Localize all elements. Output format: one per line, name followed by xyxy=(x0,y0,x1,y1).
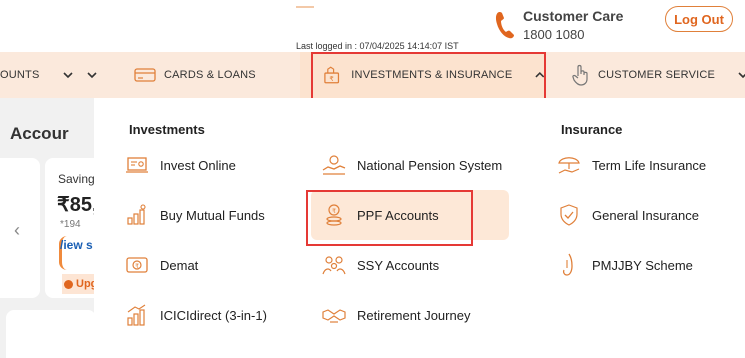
nav-customer-service[interactable]: CUSTOMER SERVICE xyxy=(570,52,745,98)
hand-pointer-icon xyxy=(572,64,588,86)
decorative-line xyxy=(296,6,314,8)
coin-stack-icon: ₹ xyxy=(321,202,347,228)
account-number: *194 xyxy=(60,219,81,230)
account-type: Saving xyxy=(58,172,95,186)
header: Customer Care 1800 1080 Log Out Last log… xyxy=(0,0,745,52)
customer-care-phone[interactable]: 1800 1080 xyxy=(523,27,584,42)
insurance-heading: Insurance xyxy=(561,122,623,137)
chevron-down-icon xyxy=(738,72,745,79)
menu-item-invest-online[interactable]: Invest Online xyxy=(124,145,236,185)
chevron-down-icon xyxy=(62,72,73,79)
menu-item-label: National Pension System xyxy=(357,157,503,173)
secondary-card xyxy=(6,310,96,358)
menu-item-label: PPF Accounts xyxy=(357,207,439,223)
customer-care-title: Customer Care xyxy=(523,8,624,24)
nav-investments-label: INVESTMENTS & INSURANCE xyxy=(351,69,513,81)
main-nav: OUNTS CARDS & LOANS ₹ INVESTMENTS & INSU… xyxy=(0,52,745,98)
demat-icon: ₹ xyxy=(124,252,150,278)
section-title: Accour xyxy=(10,124,69,143)
chevron-down-icon xyxy=(87,72,97,79)
menu-item-label: General Insurance xyxy=(592,207,699,223)
menu-item-label: Invest Online xyxy=(160,157,236,173)
view-statement-link[interactable]: /iew s xyxy=(60,238,93,252)
menu-item-label: ICICIdirect (3-in-1) xyxy=(160,307,267,323)
credit-card-icon xyxy=(134,68,156,82)
chevron-left-icon[interactable]: ‹ xyxy=(14,220,20,241)
menu-item-mutual-funds[interactable]: Buy Mutual Funds xyxy=(124,195,265,235)
svg-text:₹: ₹ xyxy=(329,75,334,83)
last-login-text: Last logged in : 07/04/2025 14:14:07 IST xyxy=(296,41,459,51)
menu-item-ppf[interactable]: ₹ PPF Accounts xyxy=(321,195,439,235)
chevron-up-icon xyxy=(535,71,545,78)
menu-item-retirement[interactable]: Retirement Journey xyxy=(321,295,470,335)
phone-icon xyxy=(495,12,514,39)
carousel-strip xyxy=(0,158,40,298)
menu-item-term-life[interactable]: Term Life Insurance xyxy=(556,145,706,185)
bar-chart-icon xyxy=(124,302,150,328)
handshake-icon xyxy=(321,302,347,328)
investments-heading: Investments xyxy=(129,122,205,137)
account-balance: ₹85, xyxy=(57,194,98,216)
logout-button[interactable]: Log Out xyxy=(665,6,733,32)
scheme-icon xyxy=(556,252,582,278)
nav-accounts-label: OUNTS xyxy=(0,69,40,81)
menu-item-ssy[interactable]: SSY Accounts xyxy=(321,245,439,285)
family-icon xyxy=(321,252,347,278)
umbrella-hand-icon xyxy=(556,152,582,178)
menu-item-label: Retirement Journey xyxy=(357,307,471,323)
pension-icon xyxy=(321,152,347,178)
nav-investments-insurance[interactable]: ₹ INVESTMENTS & INSURANCE xyxy=(300,52,546,98)
upgrade-icon xyxy=(64,279,73,289)
growth-chart-icon xyxy=(124,202,150,228)
menu-item-label: PMJJBY Scheme xyxy=(592,257,693,273)
nav-cards-loans[interactable]: CARDS & LOANS xyxy=(134,52,256,98)
laptop-icon xyxy=(124,152,150,178)
nav-accounts[interactable]: OUNTS xyxy=(0,52,74,98)
investment-icon: ₹ xyxy=(324,66,340,84)
menu-item-nps[interactable]: National Pension System xyxy=(321,145,502,185)
menu-item-label: Term Life Insurance xyxy=(592,157,707,173)
menu-item-demat[interactable]: ₹ Demat xyxy=(124,245,198,285)
shield-check-icon xyxy=(556,202,582,228)
menu-item-icicidirect[interactable]: ICICIdirect (3-in-1) xyxy=(124,295,267,335)
nav-cards-label: CARDS & LOANS xyxy=(164,69,256,81)
svg-text:₹: ₹ xyxy=(332,208,336,215)
menu-item-label: SSY Accounts xyxy=(357,257,440,273)
nav-extra-dropdown[interactable] xyxy=(86,52,98,98)
menu-item-pmjjby[interactable]: PMJJBY Scheme xyxy=(556,245,693,285)
menu-item-general-insurance[interactable]: General Insurance xyxy=(556,195,699,235)
menu-item-label: Demat xyxy=(160,257,199,273)
svg-text:₹: ₹ xyxy=(135,263,139,270)
nav-service-label: CUSTOMER SERVICE xyxy=(598,69,716,81)
menu-item-label: Buy Mutual Funds xyxy=(160,207,265,223)
